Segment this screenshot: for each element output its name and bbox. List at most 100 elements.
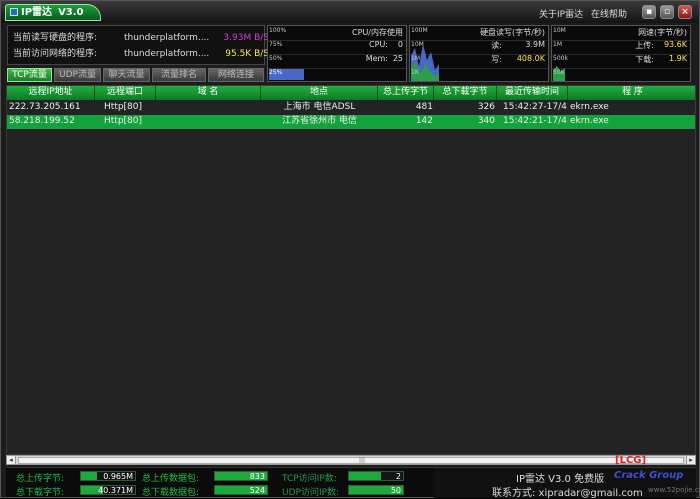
upload-label: 上传: — [635, 41, 654, 50]
crack-group-text: Crack Group — [614, 470, 684, 481]
activity-info-panel: 当前读写硬盘的程序: thunderplatform.... 3.93M B/S… — [7, 25, 269, 65]
mem-label: Mem: — [365, 54, 388, 63]
column-program[interactable]: 程 序 — [568, 86, 695, 100]
net-activity-row: 当前访问网络的程序: thunderplatform.... 95.5K B/S — [13, 47, 269, 61]
table-row-selected[interactable]: 58.218.199.52 Http[80] 江苏省徐州市 电信 142 340… — [7, 115, 695, 129]
disk-io-graph: 硬盘读写(字节/秒) 100M 10M 1M 1K 读: 3.9M 写: 408… — [409, 25, 549, 82]
upload-packets-value: 833 — [214, 471, 268, 481]
network-speed-graph: 网速(字节/秒) 10M 1M 500k 50K 上传: 93.6K 下载: 1… — [551, 25, 691, 82]
total-download-bytes-value: 40.371M — [80, 485, 136, 495]
net-graph-title: 网速(字节/秒) — [638, 28, 687, 37]
about-link[interactable]: 关于IP雷达 — [539, 7, 583, 20]
close-button[interactable]: × — [678, 5, 692, 19]
contact-email[interactable]: 联系方式: xipradar@gmail.com — [492, 484, 643, 499]
app-name: IP雷达 — [21, 7, 53, 18]
disk-read-value: 3.9M — [525, 40, 545, 49]
lcg-logo: [LCG] — [615, 455, 647, 466]
cell-download: 340 — [477, 116, 495, 126]
tab-chat-traffic[interactable]: 聊天流量 — [103, 68, 150, 82]
main-window: IP雷达 V3.0 关于IP雷达 在线帮助 ▪ ▫ × 当前读写硬盘的程序: th… — [0, 0, 700, 499]
cell-ip: 222.73.205.161 — [9, 102, 81, 112]
cell-download: 326 — [477, 102, 495, 112]
disk-read-label: 读: — [491, 41, 502, 50]
cell-ip: 58.218.199.52 — [9, 116, 75, 126]
status-bar: 总上传字节: 0.965M 总下载字节: 40.371M 总上传数据包: 833… — [6, 455, 700, 499]
disk-value: 3.93M B/S — [223, 33, 269, 43]
column-last-transfer[interactable]: 最近传输时间 — [497, 86, 568, 100]
cpu-label: CPU: — [369, 40, 388, 49]
disk-label: 当前读写硬盘的程序: — [13, 33, 98, 43]
column-location[interactable]: 地点 — [261, 86, 378, 100]
column-domain[interactable]: 域 名 — [156, 86, 261, 100]
cpu-value: 0 — [397, 40, 403, 49]
grip-icon: ||| — [359, 457, 366, 464]
help-link[interactable]: 在线帮助 — [591, 7, 627, 20]
disk-program: thunderplatform.... — [124, 33, 210, 43]
app-version: V3.0 — [58, 7, 84, 18]
total-upload-bytes-label: 总上传字节: — [16, 474, 65, 484]
table-header: 远程IP地址 远程端口 域 名 地点 总上传字节 总下载字节 最近传输时间 程 … — [7, 86, 695, 100]
cpu-scale-50: 50% — [269, 55, 283, 62]
connections-table: 远程IP地址 远程端口 域 名 地点 总上传字节 总下载字节 最近传输时间 程 … — [6, 85, 696, 455]
download-label: 下载: — [635, 55, 654, 64]
disk-write-label: 写: — [491, 55, 502, 64]
net-scale-500k: 500k — [553, 55, 568, 62]
column-remote-port[interactable]: 远程端口 — [95, 86, 156, 100]
tab-traffic-ranking[interactable]: 流量排名 — [152, 68, 206, 82]
table-row[interactable]: 222.73.205.161 Http[80] 上海市 电信ADSL 481 3… — [7, 101, 695, 115]
cpu-scale-25: 25% — [269, 69, 283, 76]
cell-upload: 481 — [415, 102, 433, 112]
cell-upload: 142 — [415, 116, 433, 126]
upload-packets-label: 总上传数据包: — [142, 474, 200, 484]
horizontal-scrollbar[interactable]: ◂ ||| ▸ — [6, 455, 696, 465]
cpu-scale-100: 100% — [269, 27, 287, 34]
site-watermark: www.52pojie.cn — [648, 486, 700, 494]
cpu-scale-75: 75% — [269, 41, 283, 48]
app-edition-text: IP雷达 V3.0 免费版 — [516, 474, 605, 485]
net-scale-1m: 1M — [553, 41, 562, 48]
disk-scale-100m: 100M — [411, 27, 428, 34]
total-download-bytes-label: 总下载字节: — [16, 488, 65, 498]
title-bar[interactable]: IP雷达 V3.0 关于IP雷达 在线帮助 ▪ ▫ × — [1, 1, 699, 23]
tab-network-connections[interactable]: 网络连接 — [208, 68, 264, 82]
cell-time: 15:42:27-17/4 — [503, 102, 567, 112]
download-packets-label: 总下载数据包: — [142, 488, 200, 498]
disk-activity-row: 当前读写硬盘的程序: thunderplatform.... 3.93M B/S — [13, 31, 269, 45]
tcp-ip-count-value: 2 — [348, 471, 404, 481]
cell-program: ekrn.exe — [570, 116, 609, 126]
app-icon — [10, 8, 18, 16]
cpu-memory-graph: CPU/内存使用 100% 75% 50% 25% CPU: 0 Mem: 25 — [267, 25, 407, 82]
scroll-left-arrow-icon[interactable]: ◂ — [6, 455, 16, 465]
cell-port: Http[80] — [104, 116, 143, 126]
total-upload-bytes-value: 0.965M — [80, 471, 136, 481]
app-title-tab: IP雷达 V3.0 — [5, 4, 101, 21]
minimize-button[interactable]: ▪ — [642, 5, 656, 19]
upload-value: 93.6K — [663, 40, 687, 49]
net-scale-10m: 10M — [553, 27, 566, 34]
udp-ip-count-label: UDP访问IP数: — [282, 488, 340, 498]
maximize-button[interactable]: ▫ — [660, 5, 674, 19]
cell-program: ekrn.exe — [570, 102, 609, 112]
net-scale-50k: 50K — [553, 69, 565, 76]
tab-udp-traffic[interactable]: UDP流量 — [54, 68, 101, 82]
brand-panel: [LCG] IP雷达 V3.0 免费版 Crack Group 联系方式: xi… — [434, 455, 700, 499]
disk-scale-10m: 10M — [411, 41, 424, 48]
tab-tcp-traffic[interactable]: TCP流量 — [7, 68, 52, 82]
column-remote-ip[interactable]: 远程IP地址 — [7, 86, 95, 100]
net-label: 当前访问网络的程序: — [13, 49, 98, 59]
disk-write-value: 408.0K — [516, 54, 545, 63]
disk-graph-title: 硬盘读写(字节/秒) — [480, 28, 545, 37]
cell-time: 15:42:21-17/4 — [503, 116, 567, 126]
cell-port: Http[80] — [104, 102, 143, 112]
cell-location: 江苏省徐州市 电信 — [282, 116, 357, 126]
column-total-upload[interactable]: 总上传字节 — [378, 86, 434, 100]
download-value: 1.9K — [669, 54, 687, 63]
download-packets-value: 524 — [214, 485, 268, 495]
net-value: 95.5K B/S — [225, 49, 269, 59]
net-program: thunderplatform.... — [124, 49, 210, 59]
cell-location: 上海市 电信ADSL — [283, 102, 356, 112]
scroll-right-arrow-icon[interactable]: ▸ — [686, 455, 696, 465]
column-total-download[interactable]: 总下载字节 — [434, 86, 497, 100]
scroll-thumb[interactable]: ||| — [18, 457, 684, 464]
disk-scale-1m: 1M — [411, 55, 420, 62]
